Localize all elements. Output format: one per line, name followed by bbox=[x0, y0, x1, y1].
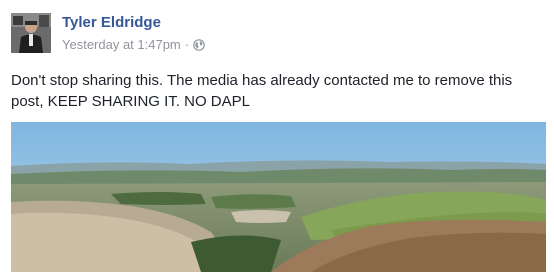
author-name[interactable]: Tyler Eldridge bbox=[62, 14, 161, 32]
post-timestamp[interactable]: Yesterday at 1:47pm bbox=[62, 37, 181, 53]
post-text: Don't stop sharing this. The media has a… bbox=[11, 72, 513, 110]
meta-separator: · bbox=[184, 37, 190, 52]
globe-icon[interactable] bbox=[193, 39, 205, 51]
profile-photo bbox=[11, 13, 51, 53]
post-card: Tyler Eldridge Yesterday at 1:47pm · Don… bbox=[0, 0, 554, 272]
landscape-photo bbox=[11, 122, 546, 272]
post-photo[interactable] bbox=[11, 122, 546, 272]
post-meta: Yesterday at 1:47pm · bbox=[62, 37, 205, 53]
avatar[interactable] bbox=[11, 13, 51, 53]
